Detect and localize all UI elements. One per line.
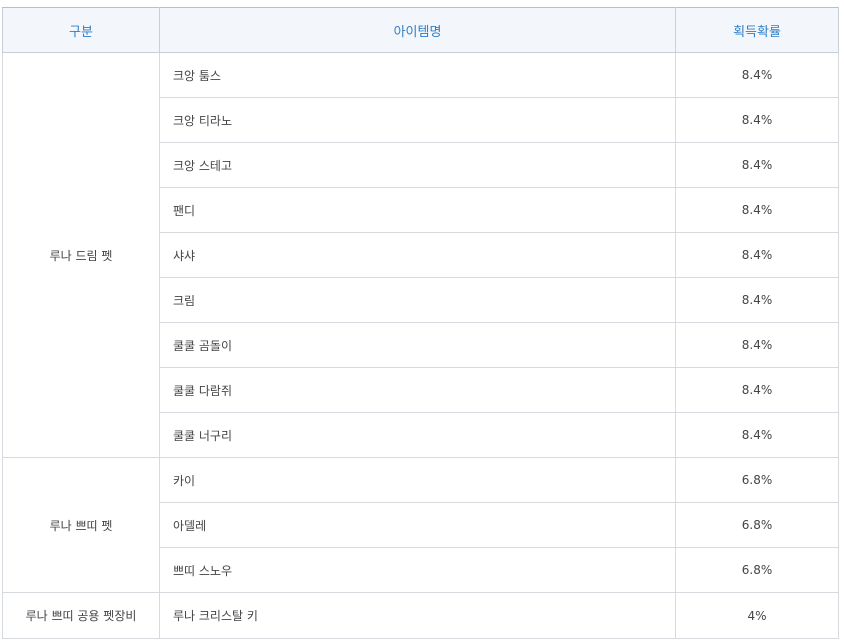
table-row: 루나 쁘띠 펫 카이 6.8% (2, 457, 839, 593)
category-cell: 루나 쁘띠 공용 펫장비 (2, 592, 160, 639)
item-name-cell: 루나 크리스탈 키 (159, 592, 676, 639)
item-name-cell: 쿨쿨 다람쥐 (159, 367, 676, 413)
item-name-cell: 샤샤 (159, 232, 676, 278)
probability-cell: 4% (675, 592, 839, 639)
item-name-cell: 아델레 (159, 502, 676, 548)
probability-cell: 6.8% (675, 502, 839, 548)
probability-cell: 6.8% (675, 457, 839, 503)
item-name-cell: 크앙 툼스 (159, 52, 676, 98)
probability-cell: 8.4% (675, 97, 839, 143)
probability-cell: 8.4% (675, 277, 839, 323)
probability-cell: 8.4% (675, 142, 839, 188)
item-name-cell: 쿨쿨 너구리 (159, 412, 676, 458)
item-name-cell: 크림 (159, 277, 676, 323)
probability-cell: 6.8% (675, 547, 839, 593)
probability-table-container: 구분 아이템명 획득확률 루나 드림 펫 크앙 툼스 8.4% 크앙 티라노 8… (2, 7, 839, 639)
item-name-cell: 크앙 티라노 (159, 97, 676, 143)
probability-cell: 8.4% (675, 322, 839, 368)
probability-cell: 8.4% (675, 187, 839, 233)
probability-table: 구분 아이템명 획득확률 루나 드림 펫 크앙 툼스 8.4% 크앙 티라노 8… (2, 7, 839, 639)
item-name-cell: 팬디 (159, 187, 676, 233)
header-item-name: 아이템명 (159, 7, 676, 53)
probability-cell: 8.4% (675, 412, 839, 458)
probability-cell: 8.4% (675, 232, 839, 278)
category-cell: 루나 드림 펫 (2, 52, 160, 458)
item-name-cell: 쁘띠 스노우 (159, 547, 676, 593)
header-category: 구분 (2, 7, 160, 53)
item-name-cell: 쿨쿨 곰돌이 (159, 322, 676, 368)
probability-cell: 8.4% (675, 52, 839, 98)
table-header-row: 구분 아이템명 획득확률 (2, 7, 839, 53)
item-name-cell: 카이 (159, 457, 676, 503)
item-name-cell: 크앙 스테고 (159, 142, 676, 188)
category-cell: 루나 쁘띠 펫 (2, 457, 160, 593)
probability-cell: 8.4% (675, 367, 839, 413)
header-probability: 획득확률 (675, 7, 839, 53)
table-row: 루나 쁘띠 공용 펫장비 루나 크리스탈 키 4% (2, 592, 839, 639)
table-row: 루나 드림 펫 크앙 툼스 8.4% (2, 52, 839, 458)
